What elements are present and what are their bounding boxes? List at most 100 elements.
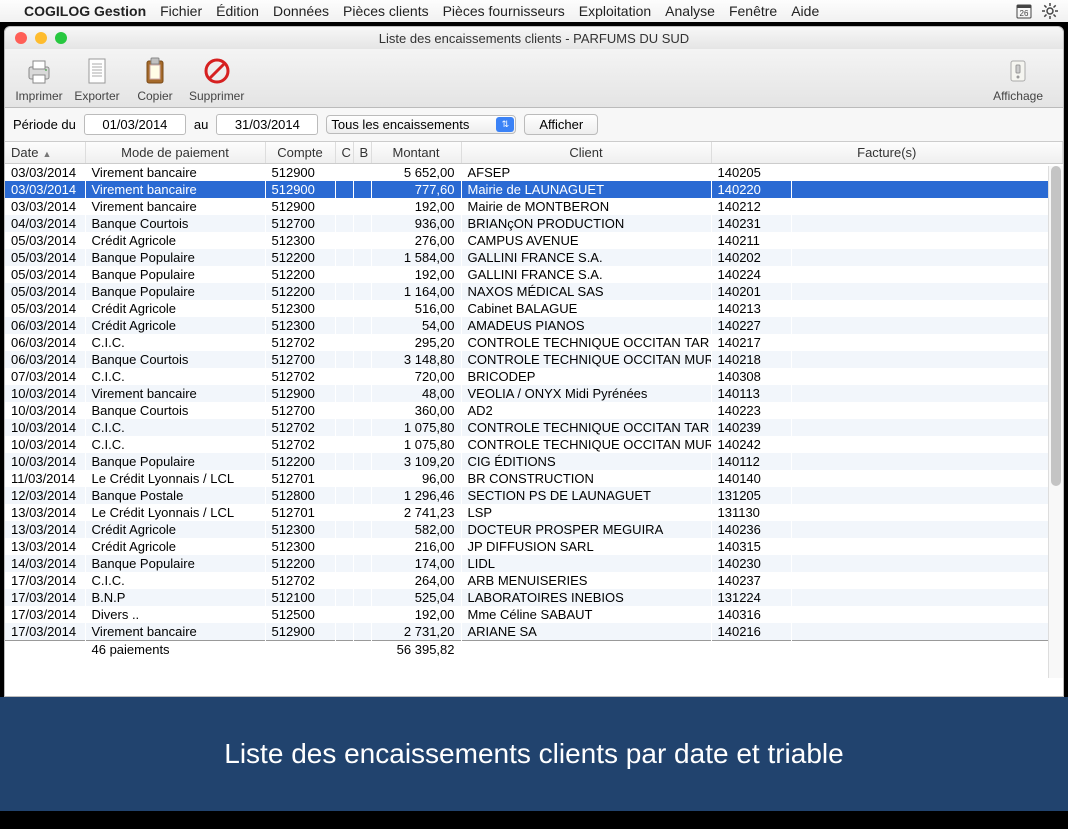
cell-date: 10/03/2014 bbox=[5, 419, 85, 436]
cell-compte: 512900 bbox=[265, 385, 335, 402]
display-button[interactable]: Affichage bbox=[993, 55, 1043, 103]
table-row[interactable]: 03/03/2014Virement bancaire512900192,00M… bbox=[5, 198, 1063, 215]
table-row[interactable]: 11/03/2014Le Crédit Lyonnais / LCL512701… bbox=[5, 470, 1063, 487]
gear-icon[interactable] bbox=[1042, 3, 1058, 19]
cell-client: SECTION PS DE LAUNAGUET bbox=[461, 487, 711, 504]
menu-edition[interactable]: Édition bbox=[216, 3, 259, 19]
menu-pieces-clients[interactable]: Pièces clients bbox=[343, 3, 429, 19]
col-date[interactable]: Date▲ bbox=[5, 142, 85, 164]
cell-c bbox=[335, 334, 353, 351]
cell-facture: 140112 bbox=[711, 453, 791, 470]
cell-rest bbox=[791, 198, 1063, 215]
cell-b bbox=[353, 504, 371, 521]
cell-b bbox=[353, 385, 371, 402]
print-label: Imprimer bbox=[15, 89, 62, 103]
cell-c bbox=[335, 555, 353, 572]
cell-compte: 512702 bbox=[265, 334, 335, 351]
app-menu[interactable]: COGILOG Gestion bbox=[24, 3, 146, 19]
cell-rest bbox=[791, 351, 1063, 368]
table-row[interactable]: 17/03/2014Virement bancaire5129002 731,2… bbox=[5, 623, 1063, 641]
cell-date: 13/03/2014 bbox=[5, 521, 85, 538]
print-button[interactable]: Imprimer bbox=[15, 55, 63, 103]
col-client[interactable]: Client bbox=[461, 142, 711, 164]
menu-fenetre[interactable]: Fenêtre bbox=[729, 3, 777, 19]
cell-date: 04/03/2014 bbox=[5, 215, 85, 232]
cell-c bbox=[335, 198, 353, 215]
forbidden-icon bbox=[201, 55, 233, 87]
menu-pieces-fournisseurs[interactable]: Pièces fournisseurs bbox=[443, 3, 565, 19]
cell-date: 03/03/2014 bbox=[5, 198, 85, 215]
table-row[interactable]: 07/03/2014C.I.C.512702720,00BRICODEP1403… bbox=[5, 368, 1063, 385]
table-row[interactable]: 05/03/2014Crédit Agricole512300276,00CAM… bbox=[5, 232, 1063, 249]
calendar-icon[interactable]: 26 bbox=[1016, 3, 1032, 19]
table-row[interactable]: 10/03/2014C.I.C.5127021 075,80CONTROLE T… bbox=[5, 419, 1063, 436]
menu-fichier[interactable]: Fichier bbox=[160, 3, 202, 19]
cell-b bbox=[353, 283, 371, 300]
copy-button[interactable]: Copier bbox=[131, 55, 179, 103]
cell-facture: 140211 bbox=[711, 232, 791, 249]
cell-b bbox=[353, 300, 371, 317]
cell-b bbox=[353, 181, 371, 198]
scrollbar-thumb[interactable] bbox=[1051, 166, 1061, 486]
col-factures[interactable]: Facture(s) bbox=[711, 142, 1063, 164]
menu-analyse[interactable]: Analyse bbox=[665, 3, 715, 19]
table-row[interactable]: 13/03/2014Le Crédit Lyonnais / LCL512701… bbox=[5, 504, 1063, 521]
menu-donnees[interactable]: Données bbox=[273, 3, 329, 19]
table-row[interactable]: 17/03/2014C.I.C.512702264,00ARB MENUISER… bbox=[5, 572, 1063, 589]
cell-compte: 512200 bbox=[265, 266, 335, 283]
table-row[interactable]: 05/03/2014Banque Populaire5122001 584,00… bbox=[5, 249, 1063, 266]
col-b[interactable]: B bbox=[353, 142, 371, 164]
export-button[interactable]: Exporter bbox=[73, 55, 121, 103]
menu-aide[interactable]: Aide bbox=[791, 3, 819, 19]
table-row[interactable]: 13/03/2014Crédit Agricole512300216,00JP … bbox=[5, 538, 1063, 555]
table-row[interactable]: 06/03/2014C.I.C.512702295,20CONTROLE TEC… bbox=[5, 334, 1063, 351]
scope-select[interactable]: Tous les encaissements bbox=[326, 115, 516, 134]
table-row[interactable]: 10/03/2014Virement bancaire51290048,00VE… bbox=[5, 385, 1063, 402]
table-row[interactable]: 06/03/2014Banque Courtois5127003 148,80C… bbox=[5, 351, 1063, 368]
cell-montant: 3 148,80 bbox=[371, 351, 461, 368]
cell-date: 05/03/2014 bbox=[5, 283, 85, 300]
delete-button[interactable]: Supprimer bbox=[189, 55, 244, 103]
menu-exploitation[interactable]: Exploitation bbox=[579, 3, 651, 19]
cell-c bbox=[335, 419, 353, 436]
cell-c bbox=[335, 283, 353, 300]
col-mode[interactable]: Mode de paiement bbox=[85, 142, 265, 164]
date-to-input[interactable] bbox=[216, 114, 318, 135]
table-row[interactable]: 03/03/2014Virement bancaire5129005 652,0… bbox=[5, 164, 1063, 182]
table-row[interactable]: 05/03/2014Crédit Agricole512300516,00Cab… bbox=[5, 300, 1063, 317]
cell-mode: Crédit Agricole bbox=[85, 300, 265, 317]
cell-date: 17/03/2014 bbox=[5, 589, 85, 606]
cell-date: 13/03/2014 bbox=[5, 538, 85, 555]
col-compte[interactable]: Compte bbox=[265, 142, 335, 164]
show-button[interactable]: Afficher bbox=[524, 114, 598, 135]
cell-facture: 140140 bbox=[711, 470, 791, 487]
table-row[interactable]: 05/03/2014Banque Populaire512200192,00GA… bbox=[5, 266, 1063, 283]
vertical-scrollbar[interactable] bbox=[1048, 166, 1063, 678]
cell-c bbox=[335, 385, 353, 402]
col-c[interactable]: C bbox=[335, 142, 353, 164]
totals-row: 46 paiements 56 395,82 bbox=[5, 641, 1063, 659]
cell-facture: 140308 bbox=[711, 368, 791, 385]
cell-mode: Banque Populaire bbox=[85, 555, 265, 572]
table-row[interactable]: 17/03/2014B.N.P512100525,04LABORATOIRES … bbox=[5, 589, 1063, 606]
toolbar: Imprimer Exporter Copier Supprimer Affi bbox=[5, 49, 1063, 108]
table-row[interactable]: 10/03/2014Banque Populaire5122003 109,20… bbox=[5, 453, 1063, 470]
table-row[interactable]: 12/03/2014Banque Postale5128001 296,46SE… bbox=[5, 487, 1063, 504]
table-row[interactable]: 04/03/2014Banque Courtois512700936,00BRI… bbox=[5, 215, 1063, 232]
table-row[interactable]: 06/03/2014Crédit Agricole51230054,00AMAD… bbox=[5, 317, 1063, 334]
table-row[interactable]: 13/03/2014Crédit Agricole512300582,00DOC… bbox=[5, 521, 1063, 538]
table-row[interactable]: 05/03/2014Banque Populaire5122001 164,00… bbox=[5, 283, 1063, 300]
col-montant[interactable]: Montant bbox=[371, 142, 461, 164]
cell-montant: 192,00 bbox=[371, 198, 461, 215]
table-row[interactable]: 10/03/2014C.I.C.5127021 075,80CONTROLE T… bbox=[5, 436, 1063, 453]
period-from-label: Période du bbox=[13, 117, 76, 132]
date-from-input[interactable] bbox=[84, 114, 186, 135]
table-row[interactable]: 10/03/2014Banque Courtois512700360,00AD2… bbox=[5, 402, 1063, 419]
cell-date: 05/03/2014 bbox=[5, 266, 85, 283]
table-row[interactable]: 03/03/2014Virement bancaire512900777,60M… bbox=[5, 181, 1063, 198]
table-row[interactable]: 17/03/2014Divers ..512500192,00Mme Célin… bbox=[5, 606, 1063, 623]
cell-client: CIG ÉDITIONS bbox=[461, 453, 711, 470]
cell-compte: 512702 bbox=[265, 572, 335, 589]
cell-mode: C.I.C. bbox=[85, 436, 265, 453]
table-row[interactable]: 14/03/2014Banque Populaire512200174,00LI… bbox=[5, 555, 1063, 572]
